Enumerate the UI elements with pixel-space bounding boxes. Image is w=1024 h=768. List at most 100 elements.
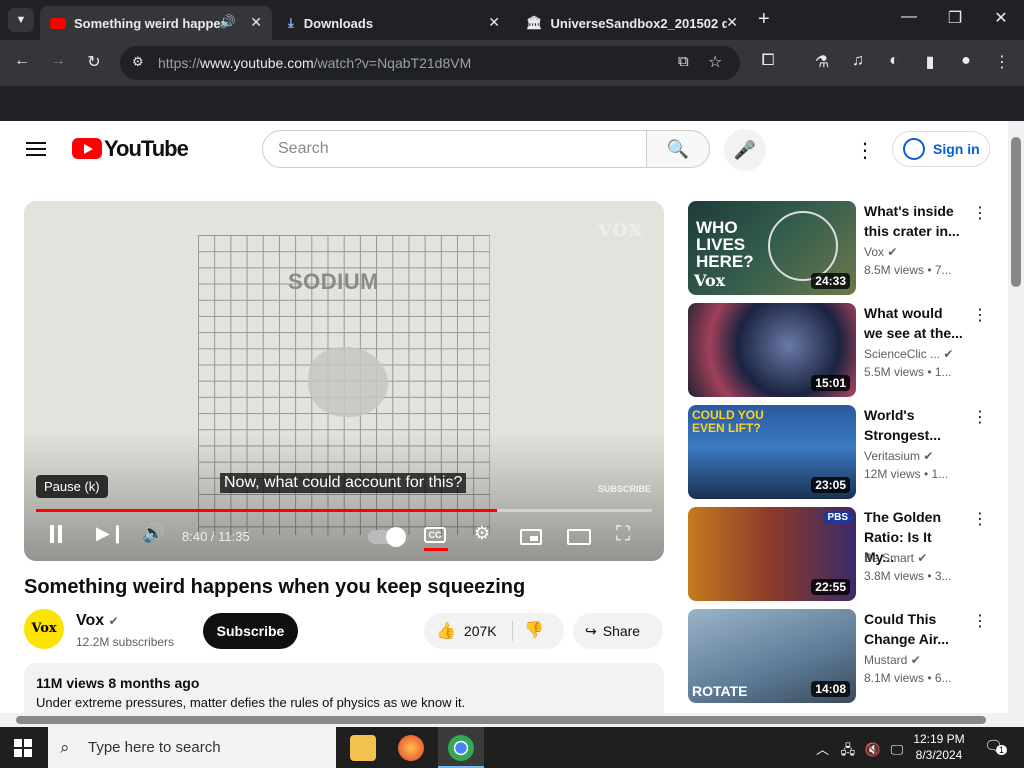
voice-search-button[interactable]: 🎤 [724, 129, 766, 171]
media-control-icon[interactable]: ♫ [846, 52, 870, 70]
video-thumbnail[interactable]: WHO LIVES HERE? Vox 24:33 [688, 201, 856, 295]
speaker-icon[interactable]: 🔊 [220, 14, 236, 30]
channel-avatar[interactable]: Vox [24, 609, 64, 649]
recommendation-title[interactable]: Could This Change Air... [864, 609, 964, 649]
video-thumbnail[interactable]: 15:01 [688, 303, 856, 397]
more-options-icon[interactable]: ⋮ [972, 203, 988, 223]
recommendation-item[interactable]: ROTATE 14:08 Could This Change Air... Mu… [688, 609, 998, 703]
thumbs-down-icon: 👎 [524, 622, 544, 639]
tab-archive[interactable]: 🏛 UniverseSandbox2_201502 dire ✕ [516, 6, 748, 40]
search-input[interactable]: Search [262, 130, 647, 168]
dislike-button[interactable]: 👎 [524, 620, 544, 640]
menu-icon[interactable] [26, 138, 46, 160]
windows-start-icon[interactable] [14, 739, 32, 757]
recommendation-views: 3.8M views • 3... [864, 569, 952, 583]
firefox-icon[interactable] [398, 735, 424, 761]
recommendation-item[interactable]: PBS 22:55 The Golden Ratio: Is It My... … [688, 507, 998, 601]
recommendation-item[interactable]: 15:01 What would we see at the... Scienc… [688, 303, 998, 397]
settings-button[interactable]: ⚙ [474, 523, 490, 544]
volume-button[interactable]: 🔊 [142, 523, 164, 544]
video-thumbnail[interactable]: PBS 22:55 [688, 507, 856, 601]
fullscreen-button[interactable]: ⛶ [616, 523, 630, 546]
autoplay-toggle[interactable] [368, 527, 406, 547]
duration-badge: 24:33 [811, 273, 850, 289]
more-options-icon[interactable]: ⋮ [972, 611, 988, 631]
thumbnail-text: ROTATE [692, 683, 748, 699]
close-tab-icon[interactable]: ✕ [726, 14, 738, 31]
back-icon[interactable]: ← [10, 52, 34, 70]
sign-in-button[interactable]: Sign in [892, 131, 990, 167]
more-options-icon[interactable]: ⋮ [972, 509, 988, 529]
taskbar-search-input[interactable]: ⌕ Type here to search [48, 727, 336, 768]
horizontal-scrollbar[interactable] [0, 713, 1024, 727]
miniplayer-button[interactable] [520, 529, 542, 545]
address-bar[interactable]: ⚙ https://www.youtube.com/watch?v=NqabT2… [120, 46, 740, 80]
network-icon[interactable]: 🖧 [841, 742, 856, 757]
mic-icon: 🎤 [733, 140, 757, 160]
forward-icon[interactable]: → [46, 52, 70, 70]
site-info-icon[interactable]: ⚙ [132, 54, 144, 70]
close-window-button[interactable]: ✕ [978, 8, 1024, 28]
duration-badge: 15:01 [811, 375, 850, 391]
tab-youtube[interactable]: Something weird happens 🔊 ✕ [40, 6, 272, 40]
description-box[interactable]: 11M views 8 months ago Under extreme pre… [24, 663, 664, 713]
subscribe-button[interactable]: Subscribe [203, 613, 298, 649]
recommendation-title[interactable]: What's inside this crater in... [864, 201, 964, 241]
like-button[interactable]: 👍 207K [436, 621, 497, 641]
close-tab-icon[interactable]: ✕ [488, 14, 500, 31]
share-button[interactable]: ↪ Share [573, 613, 663, 649]
video-thumbnail[interactable]: ROTATE 14:08 [688, 609, 856, 703]
profile-icon[interactable]: ● [954, 52, 978, 70]
recommendation-item[interactable]: COULD YOU EVEN LIFT? 23:05 World's Stron… [688, 405, 998, 499]
horizontal-scroll-thumb[interactable] [16, 716, 986, 724]
channel-name[interactable]: Vox ✔ [76, 612, 119, 630]
maximize-button[interactable]: ❐ [932, 8, 978, 28]
search-button[interactable]: 🔍 [646, 130, 710, 168]
video-thumbnail[interactable]: COULD YOU EVEN LIFT? 23:05 [688, 405, 856, 499]
side-panel-icon[interactable]: ▮ [918, 52, 942, 72]
volume-icon: 🔊 [142, 523, 165, 543]
subscribe-watermark[interactable]: SUBSCRIBE [598, 484, 651, 494]
settings-menu-icon[interactable]: ⋮ [855, 138, 875, 163]
progress-bar[interactable] [36, 509, 652, 512]
recommendation-channel: ScienceClic ... ✔ [864, 347, 954, 361]
search-icon: ⌕ [60, 738, 70, 757]
minimize-button[interactable]: — [886, 8, 932, 26]
vertical-scroll-thumb[interactable] [1011, 137, 1021, 287]
captions-button[interactable]: CC [424, 527, 446, 543]
muted-volume-icon[interactable]: 🔇 [865, 742, 881, 757]
pause-button[interactable] [50, 525, 62, 548]
recommendation-item[interactable]: WHO LIVES HERE? Vox 24:33 What's inside … [688, 201, 998, 295]
file-explorer-icon[interactable] [350, 735, 376, 761]
tab-title: UniverseSandbox2_201502 dire [550, 15, 727, 31]
like-dislike-group: 👍 207K 👎 [424, 613, 564, 649]
lens-icon[interactable]: ◐ [882, 52, 906, 70]
tab-search-button[interactable]: ▼ [8, 8, 34, 32]
install-app-icon[interactable]: ⧉ [678, 53, 689, 70]
notification-center-icon[interactable]: 🗨 1 [984, 737, 1008, 755]
display-icon[interactable]: 🖵 [891, 742, 904, 757]
tab-downloads[interactable]: ⤓ Downloads ✕ [278, 6, 510, 40]
more-options-icon[interactable]: ⋮ [972, 407, 988, 427]
new-tab-button[interactable]: + [758, 8, 770, 31]
next-button[interactable]: ▶❙ [96, 523, 125, 544]
url-text[interactable]: https://www.youtube.com/watch?v=NqabT21d… [158, 55, 471, 71]
recommendation-title[interactable]: What would we see at the... [864, 303, 964, 343]
extensions-icon[interactable]: ⧠ [756, 52, 780, 70]
close-tab-icon[interactable]: ✕ [250, 14, 262, 31]
chevron-up-icon[interactable]: ︿ [816, 742, 829, 757]
reload-icon[interactable]: ↻ [82, 52, 106, 72]
theater-mode-button[interactable] [567, 529, 591, 545]
browser-menu-icon[interactable]: ⋮ [990, 52, 1014, 72]
taskbar-clock[interactable]: 12:19 PM 8/3/2024 [906, 731, 972, 763]
video-player[interactable]: SODIUM vox Pause (k) Now, what could acc… [24, 201, 664, 561]
vertical-scrollbar[interactable] [1008, 121, 1024, 713]
chrome-taskbar-active[interactable] [438, 727, 484, 768]
youtube-logo-icon[interactable] [72, 138, 102, 159]
system-tray[interactable]: ︿ 🖧 🔇 🖵 [816, 739, 903, 763]
recommendation-title[interactable]: World's Strongest... [864, 405, 964, 445]
more-options-icon[interactable]: ⋮ [972, 305, 988, 325]
bookmark-star-icon[interactable]: ☆ [708, 52, 722, 72]
youtube-logo-text[interactable]: YouTube [104, 136, 189, 162]
labs-icon[interactable]: ⚗ [810, 52, 834, 72]
